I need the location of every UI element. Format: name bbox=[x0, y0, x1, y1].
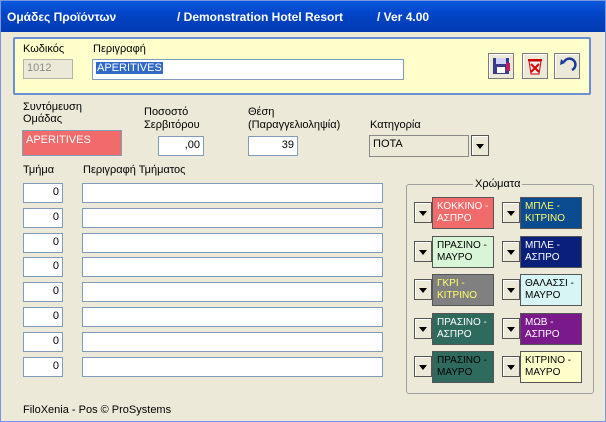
dept-number-field[interactable]: 0 bbox=[23, 207, 63, 228]
color-swatch-line1: ΓΚΡΙ - bbox=[437, 278, 465, 289]
color-swatch-line2: ΜΑΥΡΟ bbox=[437, 251, 473, 263]
dept-description-field[interactable] bbox=[82, 232, 383, 253]
color-swatch[interactable]: ΚΟΚΚΙΝΟ - ΑΣΠΡΟ bbox=[432, 197, 494, 229]
percent-label-line1: Ποσοστό bbox=[144, 106, 189, 118]
color-swatch[interactable]: ΜΠΛΕ - ΑΣΠΡΟ bbox=[520, 235, 582, 268]
color-swatch-line1: ΜΠΛΕ - bbox=[525, 201, 561, 212]
category-select[interactable]: ΠΟΤΑ bbox=[369, 135, 469, 157]
color-swatch[interactable]: ΠΡΑΣΙΝΟ - ΜΑΥΡΟ bbox=[432, 235, 494, 268]
color-swatch-line1: ΠΡΑΣΙΝΟ - bbox=[437, 239, 487, 251]
dept-number-field[interactable]: 0 bbox=[23, 331, 63, 352]
dept-number-field[interactable]: 0 bbox=[23, 356, 63, 377]
color-swatch-line2: ΜΑΥΡΟ bbox=[437, 367, 473, 378]
dept-number-field[interactable]: 0 bbox=[23, 232, 63, 253]
footer-text: FiloXenia - Pos © ProSystems bbox=[23, 404, 172, 416]
title-bar: Ομάδες Προϊόντων / Demonstration Hotel R… bbox=[1, 1, 605, 32]
category-label: Κατηγορία bbox=[370, 119, 421, 131]
color-swatch[interactable]: ΓΚΡΙ - ΚΙΤΡΙΝΟ bbox=[432, 274, 494, 306]
color-swatch-line1: ΜΩΒ - bbox=[525, 316, 554, 328]
position-field[interactable]: 39 bbox=[248, 136, 298, 156]
cancel-button[interactable] bbox=[522, 53, 548, 79]
code-label: Κωδικός bbox=[23, 43, 65, 55]
color-swatch-line2: ΜΑΥΡΟ bbox=[525, 290, 561, 301]
color-dropdown-button[interactable] bbox=[502, 202, 520, 223]
window-title: Ομάδες Προϊόντων bbox=[7, 10, 117, 24]
dept-number-field[interactable]: 0 bbox=[23, 282, 63, 303]
colors-title: Χρώματα bbox=[473, 178, 523, 190]
category-dropdown-button[interactable] bbox=[471, 135, 489, 156]
dept-description-field[interactable] bbox=[82, 183, 383, 203]
window: Ομάδες Προϊόντων / Demonstration Hotel R… bbox=[0, 0, 606, 422]
color-swatch[interactable]: ΠΡΑΣΙΝΟ - ΜΑΥΡΟ bbox=[432, 351, 494, 383]
color-swatch-line2: ΑΣΠΡΟ bbox=[437, 328, 472, 340]
color-swatch-line2: ΜΑΥΡΟ bbox=[525, 367, 561, 378]
color-dropdown-button[interactable] bbox=[502, 279, 520, 300]
hotel-name: / Demonstration Hotel Resort bbox=[177, 10, 344, 24]
description-label: Περιγραφή bbox=[93, 43, 146, 55]
color-dropdown-button[interactable] bbox=[414, 202, 432, 223]
color-swatch-line1: ΠΡΑΣΙΝΟ - bbox=[437, 355, 487, 366]
dept-column-label: Τμήμα bbox=[23, 164, 55, 176]
bucket-cancel-icon bbox=[528, 59, 542, 75]
color-swatch[interactable]: ΜΠΛΕ - ΚΙΤΡΙΝΟ bbox=[520, 197, 582, 229]
undo-arrow-icon bbox=[560, 57, 577, 72]
version-label: / Ver 4.00 bbox=[377, 10, 430, 24]
waiter-percent-field[interactable]: ,00 bbox=[158, 136, 204, 156]
floppy-save-icon bbox=[493, 58, 510, 74]
dept-description-field[interactable] bbox=[82, 356, 383, 377]
dept-description-field[interactable] bbox=[82, 282, 383, 303]
color-swatch-line2: ΑΣΠΡΟ bbox=[525, 328, 560, 340]
percent-label-line2: Σερβιτόρου bbox=[144, 119, 200, 131]
color-swatch-line1: ΚΙΤΡΙΝΟ - bbox=[525, 355, 572, 366]
color-dropdown-button[interactable] bbox=[414, 240, 432, 262]
save-button[interactable] bbox=[488, 53, 514, 79]
color-dropdown-button[interactable] bbox=[502, 317, 520, 339]
color-dropdown-button[interactable] bbox=[502, 356, 520, 377]
dept-description-field[interactable] bbox=[82, 307, 383, 327]
description-field[interactable]: APERITIVES bbox=[92, 59, 404, 80]
color-swatch-line1: ΜΠΛΕ - bbox=[525, 239, 561, 251]
dept-description-field[interactable] bbox=[82, 331, 383, 352]
short-name-label-line2: Ομάδας bbox=[23, 113, 63, 125]
color-swatch[interactable]: ΜΩΒ - ΑΣΠΡΟ bbox=[520, 312, 582, 345]
dept-number-field[interactable]: 0 bbox=[23, 307, 63, 327]
dept-description-field[interactable] bbox=[82, 207, 383, 228]
color-swatch[interactable]: ΘΑΛΑΣΣΙ - ΜΑΥΡΟ bbox=[520, 274, 582, 306]
short-name-label-line1: Συντόμευση bbox=[23, 101, 82, 113]
dept-number-field[interactable]: 0 bbox=[23, 257, 63, 278]
color-swatch-line1: ΠΡΑΣΙΝΟ - bbox=[437, 316, 487, 328]
color-swatch[interactable]: ΚΙΤΡΙΝΟ - ΜΑΥΡΟ bbox=[520, 351, 582, 383]
color-swatch[interactable]: ΠΡΑΣΙΝΟ - ΑΣΠΡΟ bbox=[432, 312, 494, 345]
position-label-line2: (Παραγγελιοληψία) bbox=[248, 119, 341, 131]
dept-description-column-label: Περιγραφή Τμήματος bbox=[83, 164, 186, 176]
color-swatch-line2: ΚΙΤΡΙΝΟ bbox=[437, 290, 478, 301]
color-swatch-line1: ΘΑΛΑΣΣΙ - bbox=[525, 278, 574, 289]
color-dropdown-button[interactable] bbox=[414, 356, 432, 377]
description-value: APERITIVES bbox=[96, 62, 163, 74]
dept-number-field[interactable]: 0 bbox=[23, 183, 63, 203]
dept-description-field[interactable] bbox=[82, 257, 383, 278]
undo-button[interactable] bbox=[554, 53, 580, 79]
color-dropdown-button[interactable] bbox=[502, 240, 520, 262]
color-dropdown-button[interactable] bbox=[414, 317, 432, 339]
color-swatch-line2: ΑΣΠΡΟ bbox=[525, 251, 560, 263]
code-field[interactable]: 1012 bbox=[23, 59, 73, 79]
color-swatch-line2: ΑΣΠΡΟ bbox=[437, 213, 472, 224]
color-swatch-line1: ΚΟΚΚΙΝΟ - bbox=[437, 201, 489, 212]
color-swatch-line2: ΚΙΤΡΙΝΟ bbox=[525, 213, 566, 224]
position-label-line1: Θέση bbox=[248, 106, 275, 118]
short-name-field[interactable]: APERITIVES bbox=[22, 130, 122, 156]
color-dropdown-button[interactable] bbox=[414, 279, 432, 300]
header-panel: Κωδικός 1012 Περιγραφή APERITIVES bbox=[13, 37, 591, 95]
